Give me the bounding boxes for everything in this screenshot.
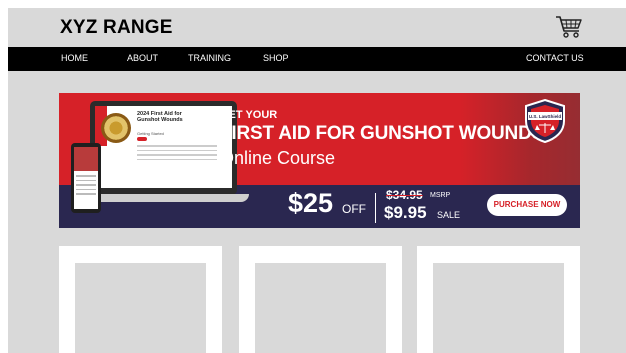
sale-label: SALE	[437, 210, 461, 220]
site-header: XYZ RANGE	[8, 8, 626, 47]
laptop-course-subtitle: Getting Started	[137, 131, 164, 136]
nav-item-shop[interactable]: SHOP	[263, 53, 289, 63]
site-logo[interactable]: XYZ RANGE	[60, 17, 173, 39]
product-card[interactable]	[239, 246, 402, 353]
product-card-image[interactable]	[75, 263, 206, 353]
product-card-image[interactable]	[255, 263, 386, 353]
banner-kicker: GET YOUR	[220, 109, 278, 121]
target-image	[101, 113, 131, 143]
price-divider	[375, 193, 376, 223]
laptop-base	[79, 194, 249, 202]
page-frame: XYZ RANGE HOME ABOUT TRAINING SHOP CONTA…	[8, 8, 626, 353]
msrp-price: $34.95	[386, 188, 423, 202]
laptop-text-lines	[137, 145, 217, 163]
lawshield-badge-icon: U.S. LawShield	[525, 99, 565, 143]
promo-banner[interactable]: 2024 First Aid for Gunshot Wounds Gettin…	[59, 93, 580, 228]
banner-title: FIRST AID FOR GUNSHOT WOUNDS	[220, 123, 545, 144]
sale-price: $9.95	[384, 203, 427, 222]
nav-item-contact[interactable]: CONTACT US	[526, 53, 584, 63]
laptop-course-title: 2024 First Aid for Gunshot Wounds	[137, 111, 183, 123]
product-card-image[interactable]	[433, 263, 564, 353]
product-card[interactable]	[417, 246, 580, 353]
nav-item-training[interactable]: TRAINING	[188, 53, 231, 63]
phone-text-lines	[76, 175, 96, 198]
discount-price: $25	[288, 188, 334, 218]
shopping-cart-icon[interactable]	[555, 15, 583, 39]
phone-screen-image	[74, 147, 98, 171]
discount-off-label: OFF	[342, 202, 366, 216]
banner-subtitle: Online Course	[220, 148, 336, 168]
purchase-now-button[interactable]: PURCHASE NOW	[487, 194, 567, 216]
msrp-label: MSRP	[430, 192, 451, 199]
badge-label: U.S. LawShield	[529, 114, 562, 119]
nav-item-about[interactable]: ABOUT	[127, 53, 158, 63]
product-card[interactable]	[59, 246, 222, 353]
laptop-button-graphic	[137, 137, 147, 141]
main-nav: HOME ABOUT TRAINING SHOP CONTACT US	[8, 47, 626, 71]
nav-item-home[interactable]: HOME	[61, 53, 88, 63]
